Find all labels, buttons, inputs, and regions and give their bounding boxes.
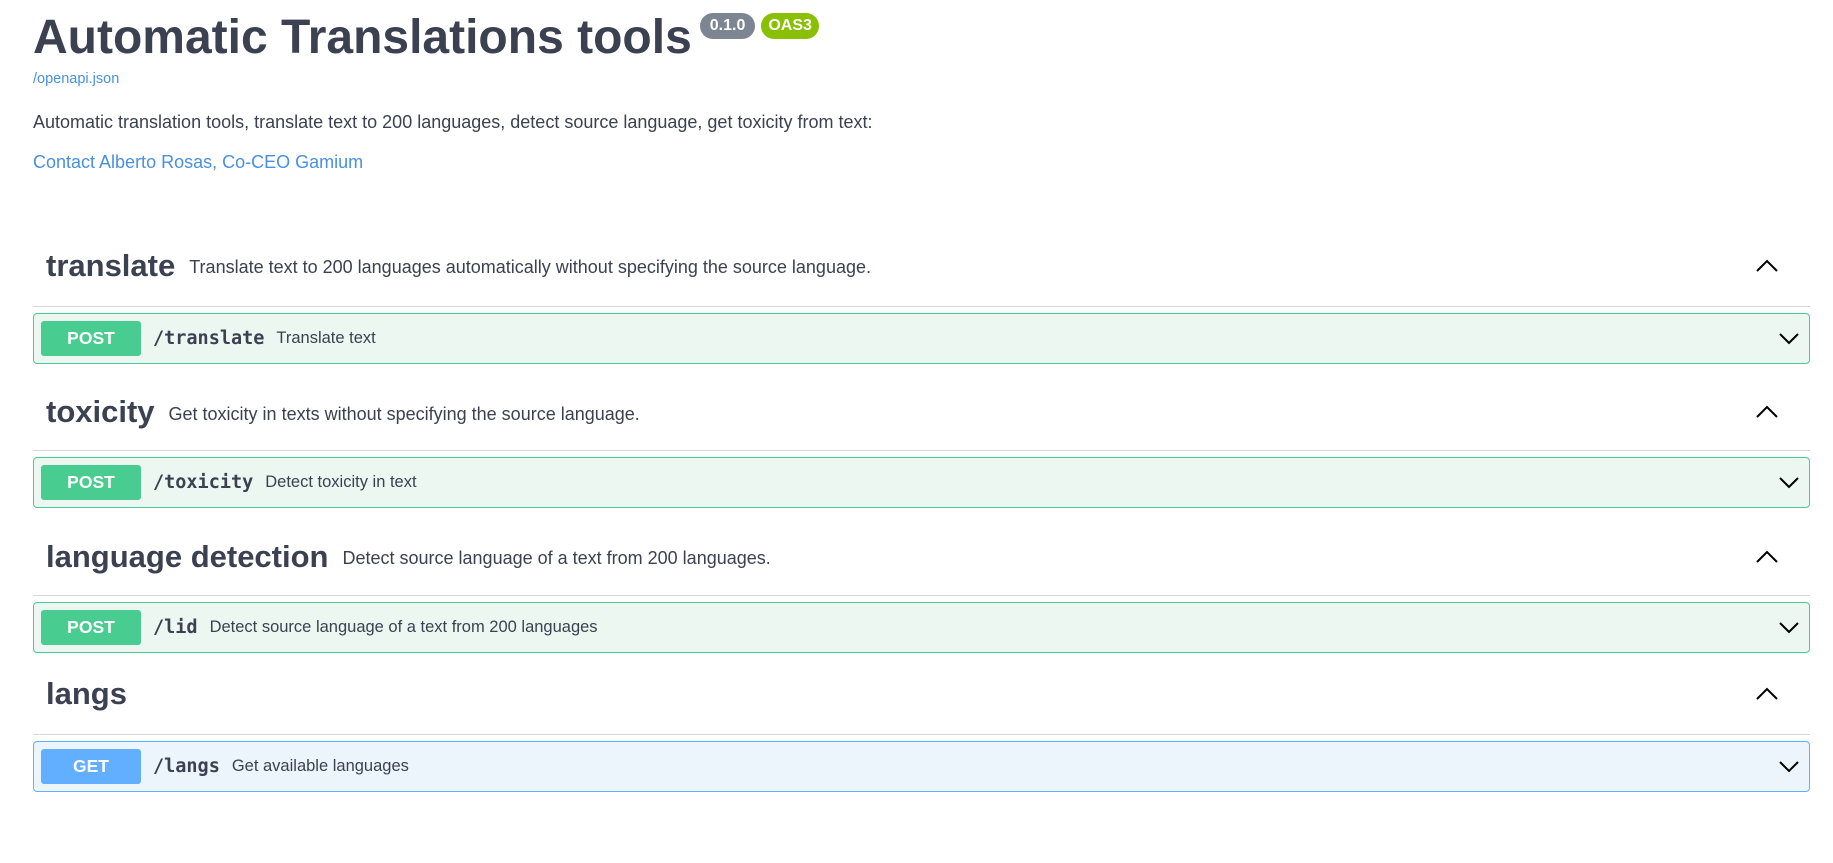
endpoint-path: /langs: [153, 756, 220, 777]
tag-description: Detect source language of a text from 20…: [342, 548, 771, 568]
page-title: Automatic Translations tools: [33, 11, 692, 64]
tag-section-toxicity: toxicity Get toxicity in texts without s…: [33, 374, 1810, 508]
tag-header-toxicity[interactable]: toxicity Get toxicity in texts without s…: [33, 374, 1810, 451]
api-info: Automatic Translations tools 0.1.0 OAS3 …: [33, 0, 1807, 173]
api-description: Automatic translation tools, translate t…: [33, 112, 873, 132]
chevron-up-icon[interactable]: [1752, 542, 1782, 572]
tag-section-translate: translate Translate text to 200 language…: [33, 225, 1810, 364]
endpoint-path: /toxicity: [153, 472, 254, 493]
tag-name: langs: [46, 675, 127, 711]
chevron-up-icon[interactable]: [1752, 251, 1782, 281]
opblock-get-langs[interactable]: GET /langs Get available languages: [33, 741, 1810, 792]
tag-header-language-detection[interactable]: language detection Detect source languag…: [33, 518, 1810, 596]
badges: 0.1.0 OAS3: [699, 13, 819, 39]
contact-link[interactable]: Contact Alberto Rosas, Co-CEO Gamium: [33, 152, 1807, 173]
chevron-up-icon[interactable]: [1752, 679, 1782, 709]
opblock-post-lid[interactable]: POST /lid Detect source language of a te…: [33, 602, 1810, 653]
tag-header-translate[interactable]: translate Translate text to 200 language…: [33, 225, 1810, 307]
chevron-down-icon[interactable]: [1774, 468, 1804, 498]
tag-description: Get toxicity in texts without specifying…: [168, 403, 640, 424]
method-badge: POST: [41, 610, 141, 645]
tag-section-language-detection: language detection Detect source languag…: [33, 518, 1810, 653]
title-row: Automatic Translations tools 0.1.0 OAS3: [33, 11, 1807, 64]
endpoint-path: /translate: [153, 328, 265, 349]
tag-name: translate: [46, 247, 176, 283]
tag-name: language detection: [46, 538, 329, 574]
openapi-json-link[interactable]: /openapi.json: [33, 71, 1807, 87]
tag-name: toxicity: [46, 394, 155, 429]
endpoint-summary: Translate text: [276, 329, 376, 347]
tag-section-langs: langs GET /langs Get available languages: [33, 653, 1810, 792]
oas-badge: OAS3: [761, 13, 819, 39]
tag-header-langs[interactable]: langs: [33, 653, 1810, 735]
version-badge: 0.1.0: [699, 13, 756, 39]
opblock-post-toxicity[interactable]: POST /toxicity Detect toxicity in text: [33, 457, 1810, 508]
chevron-down-icon[interactable]: [1774, 752, 1804, 782]
chevron-down-icon[interactable]: [1774, 613, 1804, 643]
opblock-post-translate[interactable]: POST /translate Translate text: [33, 313, 1810, 364]
endpoint-summary: Detect source language of a text from 20…: [209, 618, 598, 636]
chevron-up-icon[interactable]: [1752, 397, 1782, 427]
endpoint-summary: Get available languages: [231, 757, 409, 775]
chevron-down-icon[interactable]: [1774, 324, 1804, 354]
method-badge: POST: [41, 321, 141, 356]
method-badge: POST: [41, 465, 141, 500]
endpoint-summary: Detect toxicity in text: [265, 473, 417, 491]
method-badge: GET: [41, 749, 141, 784]
swagger-ui: Automatic Translations tools 0.1.0 OAS3 …: [0, 0, 1833, 792]
endpoint-path: /lid: [153, 617, 198, 638]
tag-description: Translate text to 200 languages automati…: [189, 257, 871, 277]
